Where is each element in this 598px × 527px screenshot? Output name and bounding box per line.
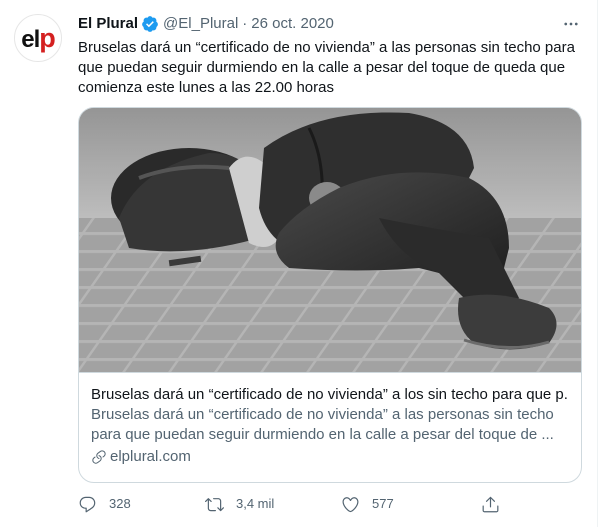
tweet-text-line: que puedan seguir durmiendo en la calle … bbox=[78, 59, 566, 76]
retweet-button[interactable]: 3,4 mil bbox=[205, 492, 274, 516]
el-plural-logo: elp bbox=[21, 22, 55, 53]
tweet-text-line: Bruselas dará un “certificado de no vivi… bbox=[78, 39, 575, 56]
card-domain-text: elplural.com bbox=[110, 448, 191, 465]
like-count: 577 bbox=[372, 496, 394, 511]
avatar[interactable]: elp bbox=[14, 14, 62, 62]
more-options-icon[interactable] bbox=[561, 14, 581, 34]
card-title[interactable]: Bruselas dará un “certificado de no vivi… bbox=[91, 385, 569, 405]
tweet-text: Bruselas dará un “certificado de no vivi… bbox=[78, 38, 578, 98]
like-button[interactable]: 577 bbox=[341, 492, 394, 516]
link-icon bbox=[92, 450, 106, 464]
tweet-date[interactable]: 26 oct. 2020 bbox=[251, 14, 334, 34]
card-image[interactable] bbox=[79, 108, 581, 372]
card-description-line: para que puedan seguir durmiendo en la c… bbox=[91, 426, 554, 443]
share-button[interactable] bbox=[481, 492, 500, 516]
card-body[interactable]: Bruselas dará un “certificado de no vivi… bbox=[79, 372, 581, 482]
account-handle[interactable]: @El_Plural bbox=[163, 14, 238, 34]
retweet-icon bbox=[205, 497, 224, 511]
separator-dot: · bbox=[242, 15, 248, 32]
reply-icon bbox=[79, 496, 96, 512]
tweet-actions: 328 3,4 mil 577 bbox=[78, 492, 500, 516]
retweet-count: 3,4 mil bbox=[236, 496, 275, 511]
tweet-text-line: comienza este lunes a las 22.00 horas bbox=[78, 79, 334, 96]
reply-button[interactable]: 328 bbox=[78, 492, 131, 516]
tweet[interactable]: elp El Plural @El_Plural · 26 oct. 2020 … bbox=[0, 0, 598, 527]
link-card[interactable]: Bruselas dará un “certificado de no vivi… bbox=[78, 107, 582, 483]
reply-count: 328 bbox=[109, 496, 131, 511]
account-name[interactable]: El Plural bbox=[78, 14, 138, 34]
card-description-line: Bruselas dará un “certificado de no vivi… bbox=[91, 406, 554, 423]
card-domain[interactable]: elplural.com bbox=[91, 447, 569, 467]
like-icon bbox=[342, 496, 359, 512]
share-icon bbox=[482, 496, 499, 512]
verified-badge-icon bbox=[141, 15, 159, 33]
tweet-header: El Plural @El_Plural · 26 oct. 2020 bbox=[78, 14, 581, 34]
